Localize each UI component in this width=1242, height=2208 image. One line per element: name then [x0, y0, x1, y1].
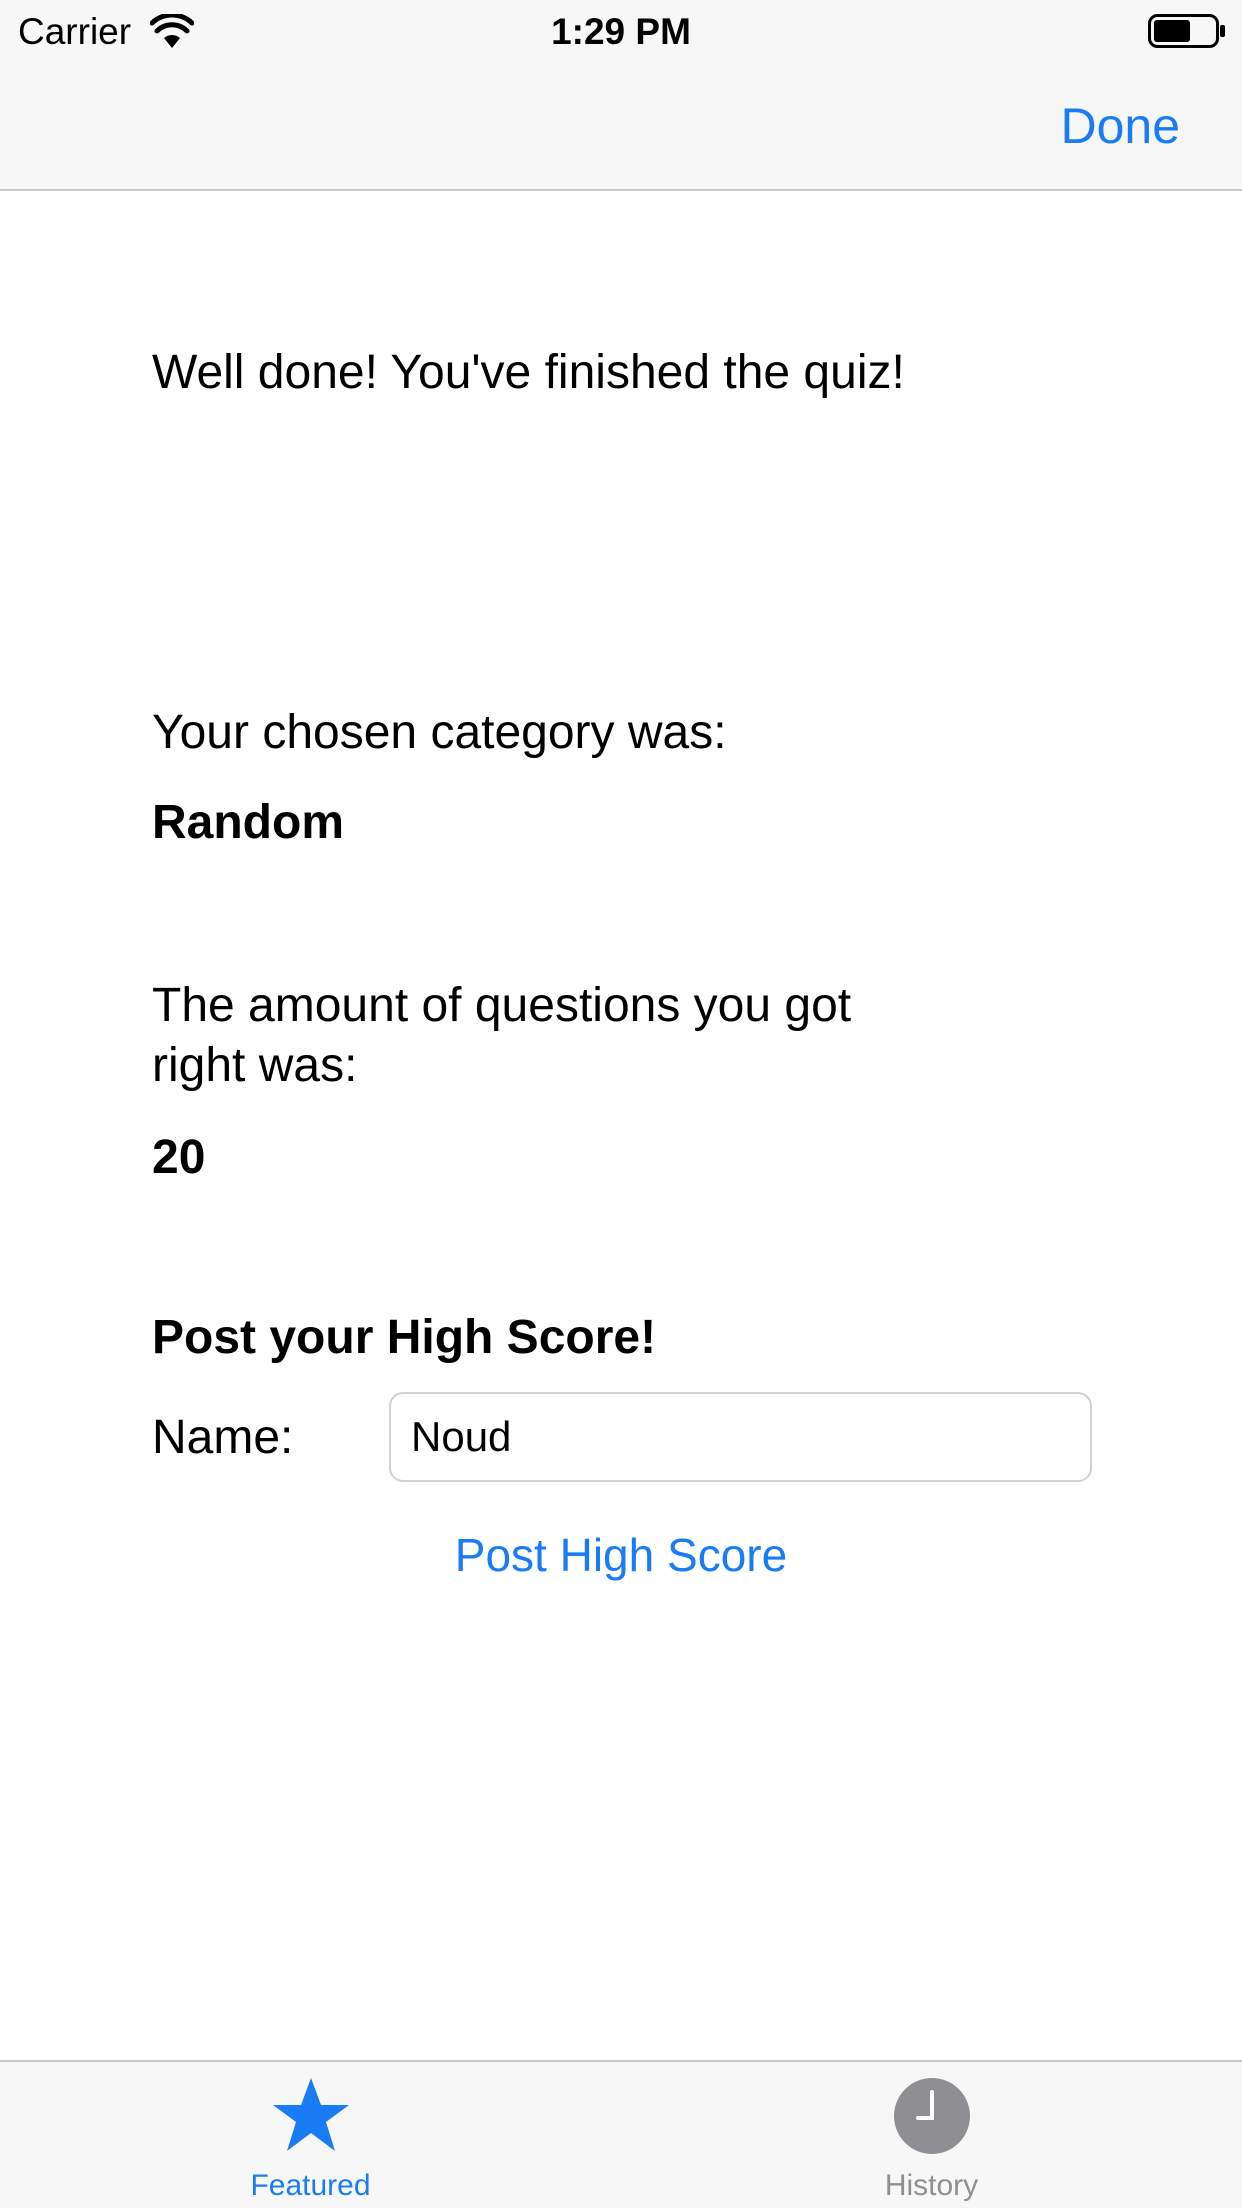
tab-featured[interactable]: Featured: [0, 2062, 621, 2208]
name-label: Name:: [152, 1411, 294, 1464]
finished-heading: Well done! You've finished the quiz!: [152, 346, 905, 399]
post-high-score-button[interactable]: Post High Score: [0, 1525, 1242, 1585]
done-button[interactable]: Done: [1060, 95, 1180, 157]
tab-featured-label: Featured: [250, 2169, 371, 2202]
status-time: 1:29 PM: [551, 11, 691, 52]
top-bar: Carrier 1:29 PM Done: [0, 0, 1242, 191]
tab-history-label: History: [884, 2169, 979, 2202]
score-label-line1: The amount of questions you got: [152, 979, 852, 1032]
screen: Carrier 1:29 PM Done Well done! You've f…: [0, 0, 1242, 2208]
battery-icon: [1148, 14, 1225, 48]
post-high-score-title: Post your High Score!: [152, 1311, 657, 1364]
star-icon: [272, 2078, 349, 2151]
score-label-line2: right was:: [152, 1039, 358, 1092]
name-input[interactable]: [389, 1392, 1092, 1482]
score-value: 20: [152, 1131, 206, 1184]
tab-bar: Featured History: [0, 2060, 1242, 2208]
clock-icon: [893, 2078, 970, 2154]
tab-history[interactable]: History: [621, 2062, 1242, 2208]
category-label: Your chosen category was:: [152, 706, 727, 759]
category-value: Random: [152, 796, 344, 849]
